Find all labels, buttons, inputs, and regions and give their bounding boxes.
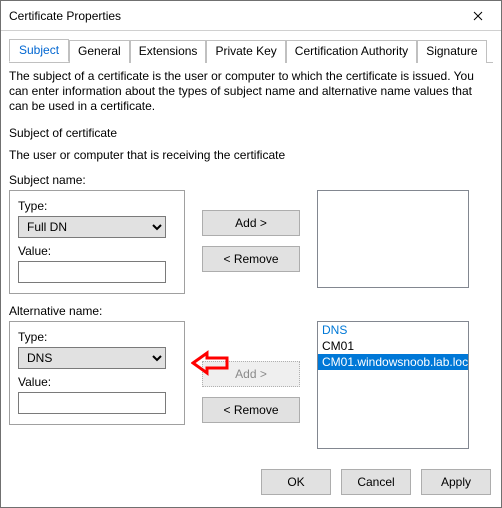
subject-add-button[interactable]: Add > [202, 210, 300, 236]
apply-button[interactable]: Apply [421, 469, 491, 495]
subject-buttons: Add > < Remove [199, 190, 303, 272]
cancel-button[interactable]: Cancel [341, 469, 411, 495]
alt-list-item[interactable]: CM01 [318, 338, 468, 354]
title-bar: Certificate Properties [1, 1, 501, 31]
subject-value-input[interactable] [18, 261, 166, 283]
tab-subject[interactable]: Subject [9, 39, 69, 62]
subject-remove-button[interactable]: < Remove [202, 246, 300, 272]
section-description: The user or computer that is receiving t… [9, 148, 493, 163]
alt-list[interactable]: DNS CM01 CM01.windowsnoob.lab.local [317, 321, 469, 449]
tab-strip: Subject General Extensions Private Key C… [9, 39, 493, 63]
subject-type-label: Type: [18, 199, 176, 213]
annotation-arrow-icon [191, 349, 231, 377]
subject-list[interactable] [317, 190, 469, 288]
alt-remove-button[interactable]: < Remove [202, 397, 300, 423]
tab-extensions[interactable]: Extensions [130, 40, 207, 63]
subject-value-label: Value: [18, 244, 176, 258]
client-area: Subject General Extensions Private Key C… [1, 31, 501, 459]
alt-name-row: Type: DNS Value: Add > < Remove DNS CM01… [9, 321, 493, 449]
alt-list-item[interactable]: CM01.windowsnoob.lab.local [318, 354, 468, 370]
tab-signature[interactable]: Signature [417, 40, 486, 63]
subject-tab-panel: The subject of a certificate is the user… [9, 69, 493, 459]
alt-name-heading: Alternative name: [9, 304, 493, 318]
close-icon [473, 11, 483, 21]
tab-privatekey[interactable]: Private Key [206, 40, 285, 63]
tab-general[interactable]: General [69, 40, 130, 63]
alt-type-label: Type: [18, 330, 176, 344]
subject-name-heading: Subject name: [9, 173, 493, 187]
subject-name-box: Type: Full DN Value: [9, 190, 185, 294]
close-button[interactable] [455, 1, 501, 30]
alt-value-input[interactable] [18, 392, 166, 414]
section-title: Subject of certificate [9, 126, 493, 140]
tab-description: The subject of a certificate is the user… [9, 69, 493, 114]
window-title: Certificate Properties [9, 9, 455, 23]
subject-type-select[interactable]: Full DN [18, 216, 166, 238]
dialog-buttons: OK Cancel Apply [1, 459, 501, 507]
alt-type-select[interactable]: DNS [18, 347, 166, 369]
alt-list-group-header: DNS [318, 322, 468, 338]
alt-value-label: Value: [18, 375, 176, 389]
alt-name-box: Type: DNS Value: [9, 321, 185, 425]
subject-name-row: Type: Full DN Value: Add > < Remove [9, 190, 493, 294]
ok-button[interactable]: OK [261, 469, 331, 495]
tab-certauth[interactable]: Certification Authority [286, 40, 417, 63]
